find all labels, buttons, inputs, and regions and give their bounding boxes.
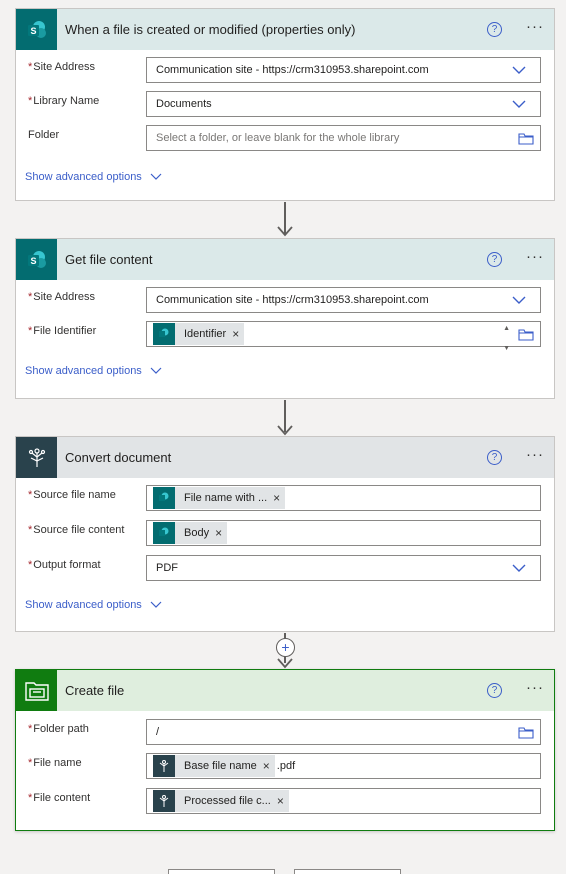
remove-token-icon[interactable]: × [277, 794, 289, 808]
tree-icon [153, 755, 175, 777]
dynamic-content-token[interactable]: Processed file c... × [153, 790, 289, 812]
file-system-icon [16, 670, 57, 711]
site-address-dropdown[interactable]: Communication site - https://crm310953.s… [146, 287, 541, 313]
svg-text:S: S [30, 256, 36, 266]
help-icon[interactable]: ? [487, 450, 502, 465]
remove-token-icon[interactable]: × [215, 526, 227, 540]
file-name-row: *File name Base file name × .pdf [16, 753, 554, 788]
field-label: *File content [28, 792, 91, 804]
chevron-down-icon [512, 564, 526, 572]
source-file-name-input[interactable]: File name with ... × [146, 485, 541, 511]
spin-buttons[interactable]: ▲ ▼ [503, 324, 510, 354]
card-title: Get file content [65, 252, 153, 267]
field-label: Folder [28, 129, 60, 141]
file-content-input[interactable]: Processed file c... × [146, 788, 541, 814]
more-options-icon[interactable]: ··· [526, 680, 544, 695]
field-label: *File name [28, 757, 82, 769]
arrow-down-icon [277, 226, 293, 237]
insert-step-button[interactable]: + [276, 638, 295, 657]
sharepoint-icon: S [16, 239, 57, 280]
sharepoint-icon [153, 487, 175, 509]
more-options-icon[interactable]: ··· [526, 249, 544, 264]
source-file-name-row: *Source file name File name with ... × [16, 485, 554, 520]
get-file-content-header[interactable]: S Get file content ? ··· [16, 239, 554, 280]
dynamic-content-token[interactable]: File name with ... × [153, 487, 286, 509]
output-format-row: *Output format PDF [16, 555, 554, 589]
folder-icon[interactable] [518, 726, 534, 739]
library-name-dropdown[interactable]: Documents [146, 91, 541, 117]
create-file-header[interactable]: Create file ? ··· [16, 670, 554, 711]
chevron-down-icon [150, 173, 162, 180]
tree-icon [16, 437, 57, 478]
file-identifier-input[interactable]: Identifier × ▲ ▼ [146, 321, 541, 352]
tree-icon [153, 790, 175, 812]
card-title: When a file is created or modified (prop… [65, 22, 356, 37]
help-icon[interactable]: ? [487, 683, 502, 698]
output-format-dropdown[interactable]: PDF [146, 555, 541, 581]
dynamic-content-token[interactable]: Body × [153, 522, 228, 544]
field-label: *Output format [28, 559, 101, 571]
help-icon[interactable]: ? [487, 22, 502, 37]
new-step-button[interactable] [168, 869, 275, 874]
remove-token-icon[interactable]: × [232, 327, 244, 341]
show-advanced-options-link[interactable]: Show advanced options [16, 591, 554, 619]
folder-icon[interactable] [518, 132, 534, 145]
card-title: Convert document [65, 450, 172, 465]
source-file-content-row: *Source file content Body × [16, 520, 554, 555]
site-address-row: *Site Address Communication site - https… [16, 287, 554, 321]
save-button[interactable] [294, 869, 401, 874]
field-label: *Folder path [28, 723, 89, 735]
field-label: *Site Address [28, 291, 96, 303]
sharepoint-icon: S [16, 9, 57, 50]
remove-token-icon[interactable]: × [273, 491, 285, 505]
get-file-content-card: S Get file content ? ··· *Site Address C… [15, 238, 555, 399]
file-content-row: *File content Processed file c... × [16, 788, 554, 822]
field-label: *Library Name [28, 95, 100, 107]
svg-text:S: S [30, 26, 36, 36]
chevron-down-icon [512, 100, 526, 108]
field-label: *File Identifier [28, 325, 97, 337]
trigger-card-header[interactable]: S When a file is created or modified (pr… [16, 9, 554, 50]
sharepoint-icon [153, 522, 175, 544]
dynamic-content-token[interactable]: Identifier × [153, 323, 245, 345]
more-options-icon[interactable]: ··· [526, 19, 544, 34]
file-identifier-row: *File Identifier Identifier × ▲ ▼ [16, 321, 554, 355]
source-file-content-input[interactable]: Body × [146, 520, 541, 546]
folder-input[interactable]: Select a folder, or leave blank for the … [146, 125, 541, 151]
field-label: *Site Address [28, 61, 96, 73]
convert-document-card: Convert document ? ··· *Source file name… [15, 436, 555, 632]
chevron-down-icon [150, 601, 162, 608]
create-file-card: Create file ? ··· *Folder path / *File n… [15, 669, 555, 831]
convert-document-header[interactable]: Convert document ? ··· [16, 437, 554, 478]
field-label: *Source file name [28, 489, 116, 501]
chevron-down-icon [512, 296, 526, 304]
library-row: *Library Name Documents [16, 91, 554, 125]
sharepoint-icon [153, 323, 175, 345]
chevron-down-icon [150, 367, 162, 374]
trigger-card: S When a file is created or modified (pr… [15, 8, 555, 201]
show-advanced-options-link[interactable]: Show advanced options [16, 163, 554, 191]
arrow-down-icon [277, 425, 293, 436]
site-address-row: *Site Address Communication site - https… [16, 57, 554, 91]
chevron-down-icon [512, 66, 526, 74]
folder-row: Folder Select a folder, or leave blank f… [16, 125, 554, 159]
arrow-down-icon [277, 658, 293, 669]
remove-token-icon[interactable]: × [263, 759, 275, 773]
show-advanced-options-link[interactable]: Show advanced options [16, 357, 554, 385]
folder-path-row: *Folder path / [16, 719, 554, 753]
more-options-icon[interactable]: ··· [526, 447, 544, 462]
dynamic-content-token[interactable]: Base file name × [153, 755, 275, 777]
site-address-dropdown[interactable]: Communication site - https://crm310953.s… [146, 57, 541, 83]
folder-icon[interactable] [518, 328, 534, 341]
file-name-input[interactable]: Base file name × .pdf [146, 753, 541, 779]
card-title: Create file [65, 683, 125, 698]
field-label: *Source file content [28, 524, 125, 536]
folder-path-input[interactable]: / [146, 719, 541, 745]
help-icon[interactable]: ? [487, 252, 502, 267]
